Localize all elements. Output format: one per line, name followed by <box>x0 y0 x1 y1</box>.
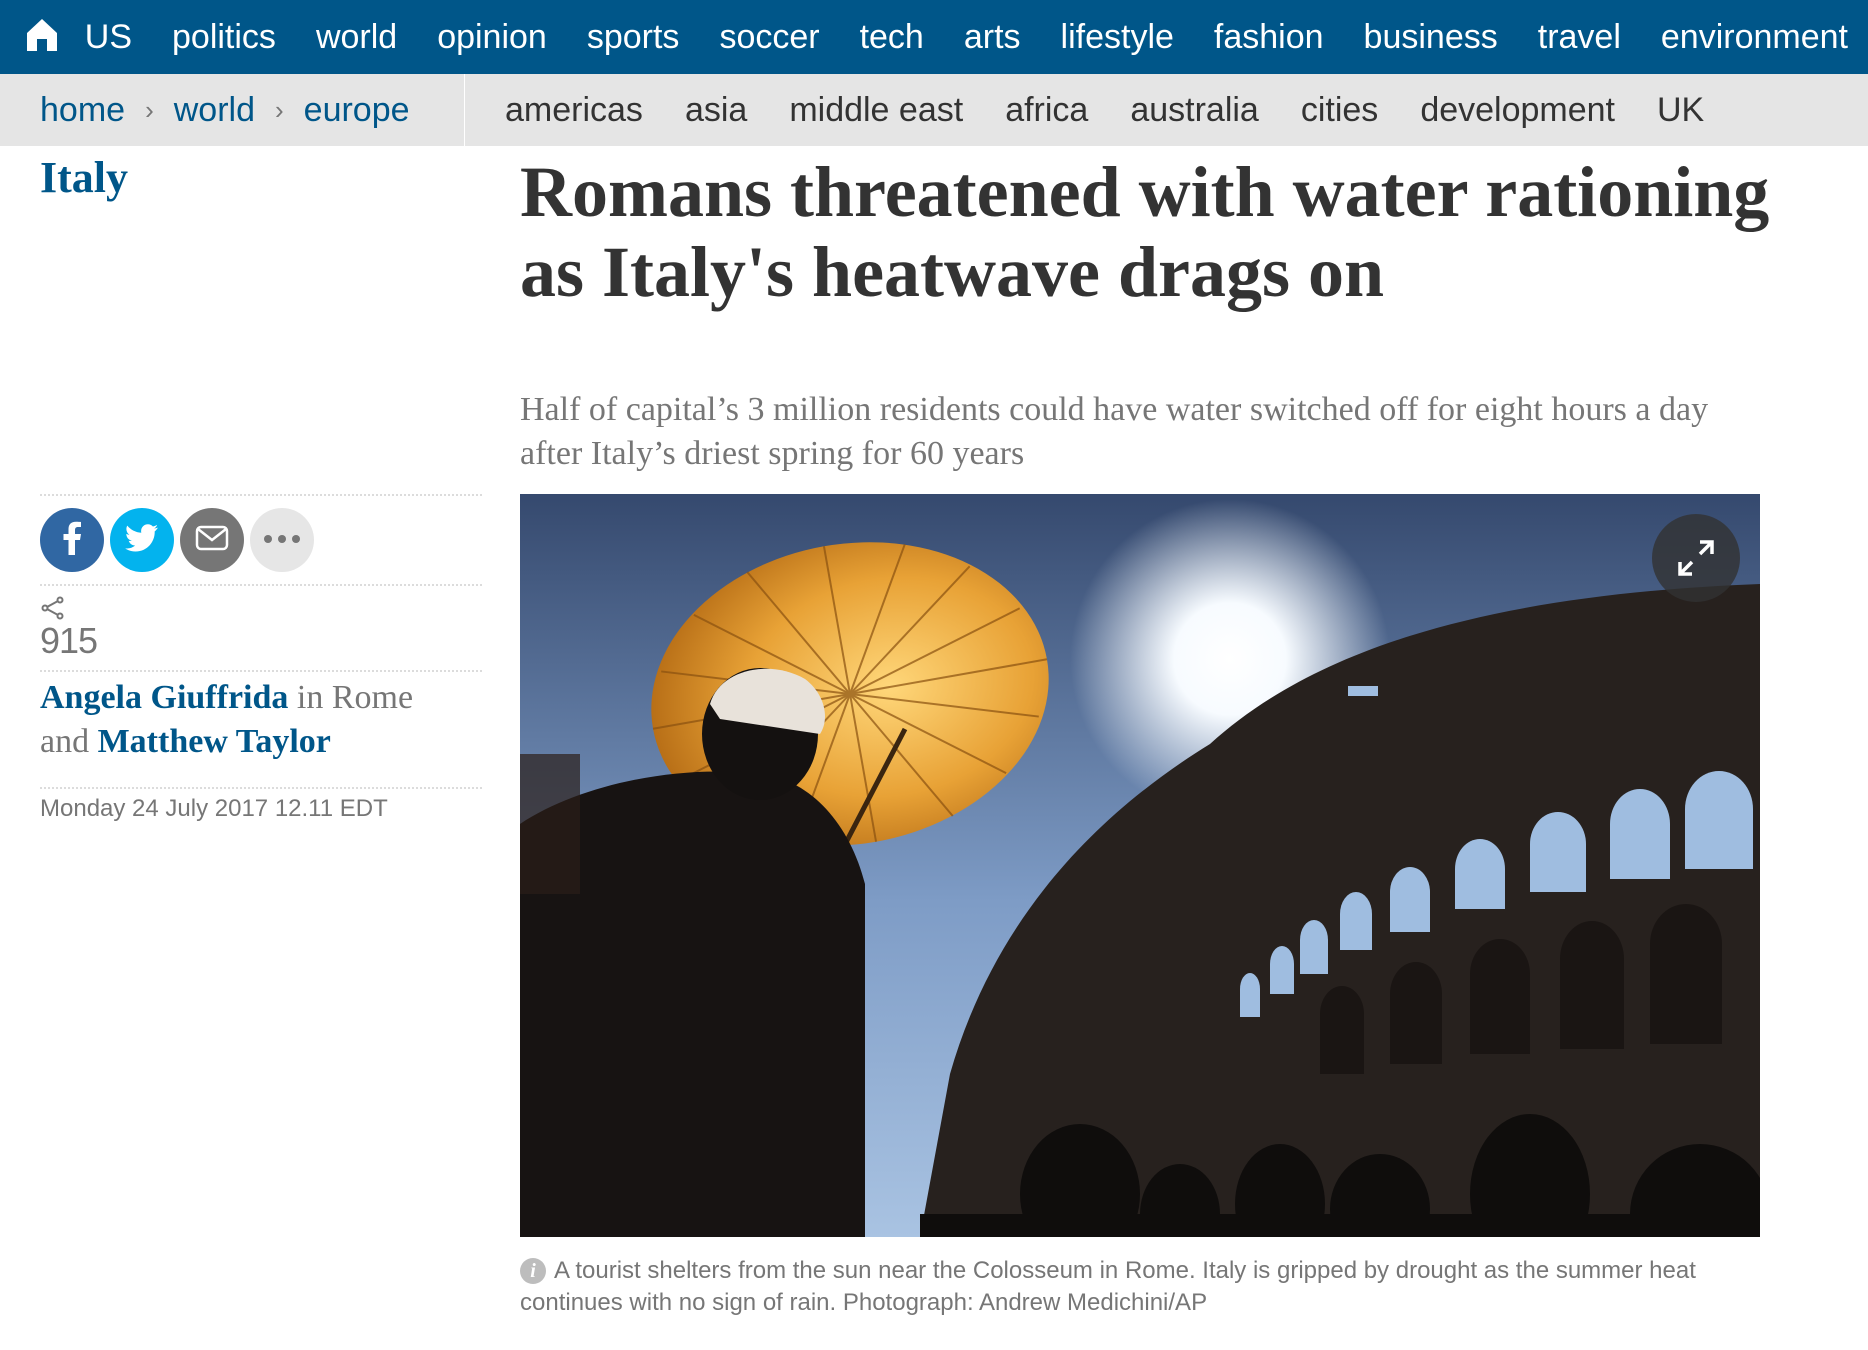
headline: Romans threatened with water rationing a… <box>520 152 1770 312</box>
subnav-uk[interactable]: UK <box>1657 91 1704 130</box>
sub-navigation: home › world › europe americas asia midd… <box>0 74 1868 146</box>
facebook-icon <box>62 521 82 560</box>
section-nav: US politics world opinion sports soccer … <box>85 0 1868 74</box>
nav-tech[interactable]: tech <box>840 0 944 74</box>
nav-sports[interactable]: sports <box>567 0 700 74</box>
subnav-development[interactable]: development <box>1420 91 1615 130</box>
breadcrumb-separator: › <box>145 94 154 125</box>
divider <box>40 584 482 586</box>
share-buttons <box>40 508 320 572</box>
publish-date: Monday 24 July 2017 12.11 EDT <box>40 795 388 822</box>
byline-location: in Rome <box>288 679 414 716</box>
standfirst: Half of capital’s 3 million residents co… <box>520 391 1709 472</box>
subnav-americas[interactable]: americas <box>505 91 643 130</box>
breadcrumb: home › world › europe <box>0 74 465 146</box>
breadcrumb-europe[interactable]: europe <box>304 91 410 130</box>
subnav-middle-east[interactable]: middle east <box>789 91 963 130</box>
photo-colosseum-umbrella <box>520 494 1760 1237</box>
info-icon[interactable]: i <box>520 1258 546 1284</box>
byline: Angela Giuffrida in Rome and Matthew Tay… <box>40 676 480 764</box>
subnav-cities[interactable]: cities <box>1301 91 1378 130</box>
twitter-icon <box>125 523 159 557</box>
expand-icon <box>1674 536 1718 580</box>
subsection-nav: americas asia middle east africa austral… <box>465 91 1746 130</box>
nav-arts[interactable]: arts <box>944 0 1041 74</box>
subnav-africa[interactable]: africa <box>1005 91 1088 130</box>
nav-fashion[interactable]: fashion <box>1194 0 1344 74</box>
facebook-share-button[interactable] <box>40 508 104 572</box>
breadcrumb-separator: › <box>274 94 284 125</box>
twitter-share-button[interactable] <box>110 508 174 572</box>
breadcrumb-world[interactable]: world <box>174 91 255 130</box>
nav-soccer[interactable]: soccer <box>699 0 839 74</box>
more-icon <box>262 531 302 549</box>
author-link[interactable]: Matthew Taylor <box>98 723 331 760</box>
email-share-button[interactable] <box>180 508 244 572</box>
nav-travel[interactable]: travel <box>1518 0 1641 74</box>
divider <box>40 670 482 672</box>
caption-text: A tourist shelters from the sun near the… <box>520 1257 1696 1316</box>
divider <box>40 787 482 789</box>
nav-lifestyle[interactable]: lifestyle <box>1041 0 1194 74</box>
email-icon <box>195 525 229 556</box>
subnav-australia[interactable]: australia <box>1130 91 1259 130</box>
nav-environment[interactable]: environment <box>1641 0 1868 74</box>
author-link[interactable]: Angela Giuffrida <box>40 679 288 716</box>
nav-politics[interactable]: politics <box>152 0 296 74</box>
home-button[interactable] <box>0 0 85 74</box>
home-icon <box>25 17 59 58</box>
top-navigation: US politics world opinion sports soccer … <box>0 0 1868 74</box>
byline-and: and <box>40 723 98 760</box>
section-label[interactable]: Italy <box>40 152 128 203</box>
expand-image-button[interactable] <box>1652 514 1740 602</box>
nav-world[interactable]: world <box>296 0 417 74</box>
share-count: 915 <box>40 620 98 661</box>
hero-image[interactable] <box>520 494 1760 1237</box>
image-caption: iA tourist shelters from the sun near th… <box>520 1255 1760 1319</box>
nav-us[interactable]: US <box>85 0 152 74</box>
nav-business[interactable]: business <box>1344 0 1518 74</box>
breadcrumb-home[interactable]: home <box>40 91 125 130</box>
subnav-asia[interactable]: asia <box>685 91 747 130</box>
more-share-button[interactable] <box>250 508 314 572</box>
nav-opinion[interactable]: opinion <box>417 0 567 74</box>
divider <box>40 494 482 496</box>
